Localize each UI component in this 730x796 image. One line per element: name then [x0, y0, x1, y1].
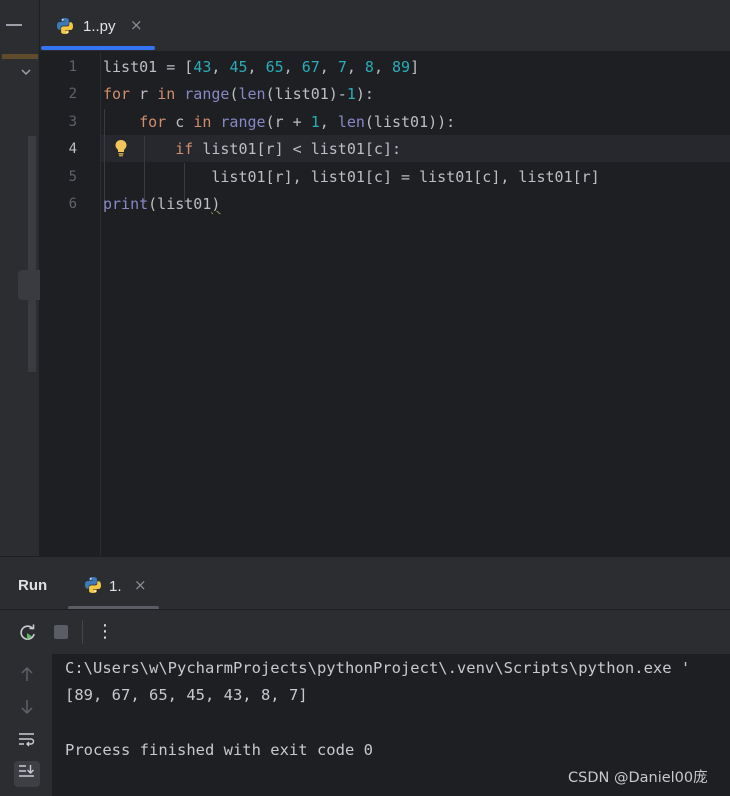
minimize-icon[interactable]	[6, 24, 22, 26]
line-number: 5	[68, 169, 77, 185]
close-icon[interactable]: ×	[134, 576, 147, 594]
collapsed-panel-tab[interactable]	[18, 270, 40, 300]
run-tool-window: Run 1. × ⋮ C:\Users\w\PycharmProjects\py…	[0, 556, 730, 796]
scroll-to-end-icon[interactable]	[14, 761, 40, 787]
chevron-down-icon[interactable]	[20, 66, 34, 80]
run-toolbar: ⋮	[0, 610, 730, 654]
line-number: 1	[68, 59, 77, 75]
vcs-marker-strip	[2, 54, 38, 59]
left-tool-strip	[0, 0, 40, 556]
soft-wrap-icon[interactable]	[14, 729, 40, 755]
active-tab-indicator	[41, 46, 155, 50]
console-side-toolbar	[0, 654, 52, 796]
run-tab-label: 1.	[109, 578, 122, 595]
line-number-gutter: 1 2 3 4 5 6	[41, 53, 101, 556]
console-line: C:\Users\w\PycharmProjects\pythonProject…	[65, 659, 691, 677]
console-line: [89, 67, 65, 45, 43, 8, 7]	[65, 686, 308, 704]
code-line-6: print(list01)	[103, 195, 221, 213]
tab-label: 1..py	[83, 18, 116, 35]
up-arrow-icon[interactable]	[14, 664, 40, 690]
structure-scroll-track[interactable]	[28, 136, 36, 372]
close-icon[interactable]: ×	[130, 16, 143, 34]
run-panel-title: Run	[18, 577, 48, 594]
code-line-1: list01 = [43, 45, 65, 67, 7, 8, 89]	[103, 58, 420, 76]
line-number: 4	[68, 141, 77, 157]
console-line: Process finished with exit code 0	[65, 741, 373, 759]
code-editor[interactable]: 1 2 3 4 5 6 list01 = [43, 45, 65, 67, 7,…	[41, 53, 730, 556]
code-line-5: list01[r], list01[c] = list01[c], list01…	[211, 168, 600, 186]
tab-editor-file[interactable]: 1..py ×	[40, 0, 156, 52]
line-number: 6	[68, 196, 77, 212]
python-icon	[56, 17, 74, 39]
editor-tab-bar: 1..py ×	[40, 0, 730, 52]
stop-icon[interactable]	[54, 625, 68, 639]
watermark: CSDN @Daniel00庞	[568, 770, 708, 786]
rerun-icon[interactable]	[18, 623, 38, 647]
line-number: 3	[68, 114, 77, 130]
toolbar-separator	[82, 620, 83, 644]
more-options-icon[interactable]: ⋮	[96, 620, 114, 644]
python-icon	[84, 576, 102, 598]
code-line-3: for c in range(r + 1, len(list01)):	[139, 113, 456, 131]
code-line-2: for r in range(len(list01)-1):	[103, 85, 374, 103]
down-arrow-icon[interactable]	[14, 697, 40, 723]
line-number: 2	[68, 86, 77, 102]
code-line-4: if list01[r] < list01[c]:	[175, 140, 402, 158]
